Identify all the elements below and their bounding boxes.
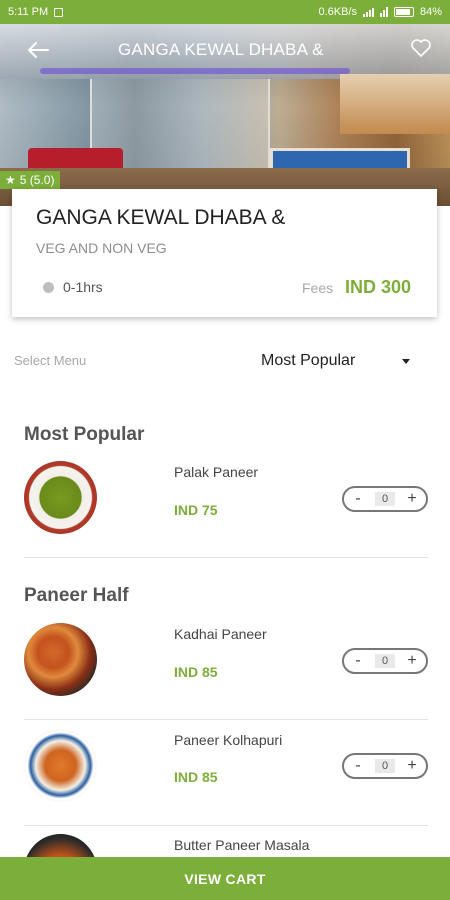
restaurant-name: GANGA KEWAL DHABA & <box>36 206 286 229</box>
divider <box>24 825 428 826</box>
quantity-value: 0 <box>375 492 395 506</box>
arrow-left-icon <box>28 42 49 58</box>
fees-label: Fees <box>302 280 334 296</box>
food-image-paneer-kolhapuri <box>24 729 97 802</box>
item-price: IND 85 <box>174 769 218 785</box>
network-speed: 0.6KB/s <box>318 6 357 18</box>
delivery-time: 0-1hrs <box>63 279 103 295</box>
food-image-kadhai-paneer <box>24 623 97 696</box>
divider <box>24 557 428 558</box>
rating-value: 5 (5.0) <box>19 173 55 187</box>
view-cart-button[interactable]: VIEW CART <box>0 857 450 900</box>
quantity-stepper: - 0 + <box>342 648 428 674</box>
notification-icon <box>54 7 64 17</box>
menu-category-selected: Most Popular <box>261 352 356 369</box>
food-image-palak-paneer <box>24 461 97 534</box>
section-title: Paneer Half <box>24 585 129 606</box>
quantity-value: 0 <box>375 759 395 773</box>
fees-value: IND 300 <box>345 277 412 297</box>
quantity-stepper: - 0 + <box>342 753 428 779</box>
increase-button[interactable]: + <box>405 491 419 507</box>
battery-level: 84% <box>419 6 442 18</box>
rating-badge: ★ 5 (5.0) <box>0 171 61 189</box>
item-name: Kadhai Paneer <box>174 626 267 642</box>
increase-button[interactable]: + <box>405 758 419 774</box>
favorite-button[interactable] <box>410 38 432 58</box>
status-time: 5:11 PM <box>8 6 49 18</box>
battery-icon <box>393 7 414 17</box>
select-menu-label: Select Menu <box>14 353 87 368</box>
decrease-button[interactable]: - <box>351 491 365 507</box>
banner-shelf <box>340 74 450 134</box>
menu-category-dropdown[interactable]: Most Popular <box>252 346 422 376</box>
quantity-stepper: - 0 + <box>342 486 428 512</box>
banner-light-strip <box>40 68 350 74</box>
signal-icon <box>362 7 374 17</box>
restaurant-info-card: GANGA KEWAL DHABA & VEG AND NON VEG 0-1h… <box>12 189 437 317</box>
item-name: Paneer Kolhapuri <box>174 732 283 748</box>
caret-down-icon <box>402 359 410 364</box>
clock-dot-icon <box>43 282 54 293</box>
section-title: Most Popular <box>24 424 145 445</box>
restaurant-cuisine: VEG AND NON VEG <box>36 240 167 256</box>
decrease-button[interactable]: - <box>351 758 365 774</box>
item-name: Palak Paneer <box>174 464 259 480</box>
heart-outline-icon <box>411 39 431 57</box>
back-button[interactable] <box>26 40 50 60</box>
item-price: IND 85 <box>174 664 218 680</box>
star-icon: ★ <box>5 173 16 187</box>
item-name: Butter Paneer Masala <box>174 837 310 853</box>
increase-button[interactable]: + <box>405 653 419 669</box>
status-bar: 5:11 PM 0.6KB/s 84% <box>0 0 450 24</box>
decrease-button[interactable]: - <box>351 653 365 669</box>
divider <box>24 719 428 720</box>
quantity-value: 0 <box>375 654 395 668</box>
item-price: IND 75 <box>174 502 218 518</box>
wifi-icon <box>379 7 388 17</box>
header-title: GANGA KEWAL DHABA & <box>118 40 324 59</box>
